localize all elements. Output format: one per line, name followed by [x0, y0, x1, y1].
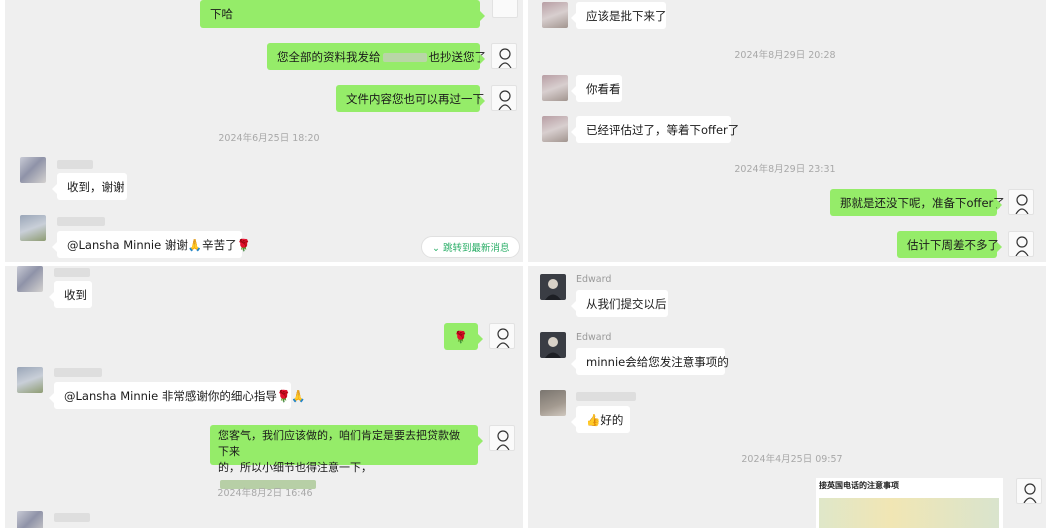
self-avatar[interactable]	[1008, 189, 1034, 215]
chat-panel-bottom-right: Edward 从我们提交以后 Edward minnie会给您发注意事项的 👍好…	[528, 266, 1046, 528]
message-bubble-received: 收到，谢谢	[52, 173, 127, 200]
self-avatar[interactable]	[1016, 478, 1042, 504]
message-bubble-sent: 那就是还没下呢，准备下offer了	[830, 189, 1005, 216]
woman-portrait-icon	[498, 90, 512, 110]
message-bubble-received: @Lansha Minnie 谢谢🙏辛苦了🌹	[52, 231, 251, 258]
shared-file-card[interactable]: 接英国电话的注意事项	[816, 478, 1003, 528]
message-bubble-sent: 您客气，我们应该做的，咱们肯定是要去把贷款做下来 的，所以小细节也得注意一下，	[210, 425, 483, 489]
message-timestamp: 2024年8月2日 16:46	[217, 488, 313, 499]
woman-portrait-icon	[1015, 194, 1029, 214]
message-timestamp: 2024年4月25日 09:57	[741, 454, 843, 465]
self-avatar[interactable]	[492, 0, 518, 18]
file-card-title: 接英国电话的注意事项	[819, 480, 899, 490]
message-text: 您全部的资料我发给	[277, 50, 381, 64]
message-timestamp: 2024年8月29日 20:28	[734, 50, 836, 61]
message-timestamp: 2024年8月29日 23:31	[734, 164, 836, 175]
chat-panel-top-left: 下哈 您全部的资料我发给 也抄送您了 文件内容您也可以再过一下 2024年6月25…	[5, 0, 523, 262]
contact-avatar[interactable]	[17, 266, 43, 292]
file-card-preview	[819, 498, 999, 528]
chat-panel-bottom-left: 收到 🌹 @Lansha Minnie 非常感谢你的细心指导🌹🙏 您客气，我们应…	[5, 266, 523, 528]
message-bubble-received: 👍好的	[571, 406, 630, 433]
message-text-line: 您客气，我们应该做的，咱们肯定是要去把贷款做下来	[218, 429, 460, 458]
message-text: 也抄送您了	[428, 50, 487, 64]
woman-portrait-icon	[1023, 483, 1037, 503]
contact-avatar[interactable]	[20, 215, 46, 241]
contact-avatar[interactable]	[542, 2, 568, 28]
contact-name-redacted	[57, 160, 93, 169]
contact-avatar[interactable]	[20, 157, 46, 183]
message-bubble-received: 应该是批下来了	[571, 2, 667, 29]
message-bubble-sent: 文件内容您也可以再过一下	[336, 85, 485, 112]
contact-name-redacted	[54, 513, 90, 522]
self-avatar[interactable]	[491, 85, 517, 111]
contact-avatar-edward[interactable]	[540, 332, 566, 358]
sender-name: Edward	[576, 274, 612, 285]
woman-portrait-icon	[496, 328, 510, 348]
contact-avatar[interactable]	[17, 511, 43, 528]
jump-to-latest-button[interactable]: ⌄ 跳转到最新消息	[421, 236, 521, 258]
sender-name: Edward	[576, 332, 612, 343]
message-bubble-received: 从我们提交以后	[571, 290, 668, 317]
message-bubble-sent: 您全部的资料我发给 也抄送您了	[267, 43, 486, 70]
message-bubble-received: 你看看	[571, 75, 622, 102]
message-bubble-received: 已经评估过了，等着下offer了	[571, 116, 739, 143]
contact-name-redacted	[57, 217, 105, 226]
woman-portrait-icon	[498, 48, 512, 68]
message-bubble-received: @Lansha Minnie 非常感谢你的细心指导🌹🙏	[49, 382, 305, 409]
contact-name-redacted	[54, 368, 102, 377]
self-avatar[interactable]	[491, 43, 517, 69]
message-timestamp: 2024年6月25日 18:20	[218, 133, 320, 144]
contact-avatar-edward[interactable]	[540, 274, 566, 300]
message-bubble-sent: 估计下周差不多了	[897, 231, 1002, 258]
message-bubble-sent: 🌹	[444, 323, 483, 350]
message-bubble-received: minnie会给您发注意事项的	[571, 348, 729, 375]
redacted-text	[382, 53, 427, 62]
contact-avatar[interactable]	[542, 116, 568, 142]
contact-name-redacted	[54, 268, 90, 277]
message-bubble-sent: 下哈	[200, 0, 485, 28]
self-avatar[interactable]	[1008, 231, 1034, 257]
chat-panel-top-right: 应该是批下来了 2024年8月29日 20:28 你看看 已经评估过了，等着下o…	[528, 0, 1046, 262]
contact-avatar[interactable]	[540, 390, 566, 416]
man-portrait-icon	[545, 337, 561, 358]
contact-avatar[interactable]	[542, 75, 568, 101]
message-bubble-received: 收到	[49, 281, 92, 308]
contact-avatar[interactable]	[17, 367, 43, 393]
woman-portrait-icon	[496, 430, 510, 450]
man-portrait-icon	[545, 279, 561, 300]
contact-name-redacted	[576, 392, 636, 401]
self-avatar[interactable]	[489, 323, 515, 349]
woman-portrait-icon	[1015, 236, 1029, 256]
self-avatar[interactable]	[489, 425, 515, 451]
